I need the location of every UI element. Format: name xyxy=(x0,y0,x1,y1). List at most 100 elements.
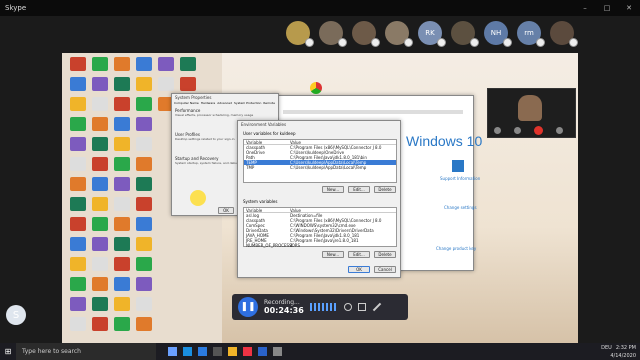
desktop-app-icon[interactable] xyxy=(92,97,108,111)
support-info-link[interactable]: Support Information xyxy=(440,176,480,181)
camera-toggle-icon[interactable] xyxy=(514,127,521,134)
minimize-button[interactable]: – xyxy=(574,0,596,16)
participant-avatar[interactable]: NH xyxy=(484,21,512,47)
task-view-icon[interactable] xyxy=(168,347,177,356)
change-key-link[interactable]: Change product key xyxy=(436,246,476,251)
desktop-app-icon[interactable] xyxy=(114,277,130,291)
participant-avatar[interactable] xyxy=(286,21,314,47)
desktop-app-icon[interactable] xyxy=(92,137,108,151)
sys-new-button[interactable]: New... xyxy=(322,251,344,258)
desktop-app-icon[interactable] xyxy=(92,237,108,251)
desktop-app-icon[interactable] xyxy=(70,317,86,331)
desktop-app-icon[interactable] xyxy=(114,197,130,211)
desktop-app-icon[interactable] xyxy=(92,77,108,91)
desktop-app-icon[interactable] xyxy=(114,137,130,151)
tab-hardware[interactable]: Hardware xyxy=(201,101,215,105)
desktop-app-icon[interactable] xyxy=(92,57,108,71)
desktop-app-icon[interactable] xyxy=(136,117,152,131)
desktop-app-icon[interactable] xyxy=(136,197,152,211)
search-box[interactable]: Type here to search xyxy=(16,343,156,360)
desktop-app-icon[interactable] xyxy=(136,317,152,331)
file-explorer-icon[interactable] xyxy=(228,347,237,356)
edge-icon[interactable] xyxy=(198,347,207,356)
desktop-app-icon[interactable] xyxy=(70,117,86,131)
end-call-icon[interactable] xyxy=(534,126,543,135)
skype-taskbar-icon[interactable] xyxy=(183,347,192,356)
desktop-app-icon[interactable] xyxy=(92,117,108,131)
desktop-app-icon[interactable] xyxy=(70,197,86,211)
desktop-app-icon[interactable] xyxy=(158,77,174,91)
desktop-app-icon[interactable] xyxy=(92,177,108,191)
store-icon[interactable] xyxy=(213,347,222,356)
desktop-app-icon[interactable] xyxy=(70,297,86,311)
desktop-app-icon[interactable] xyxy=(180,77,196,91)
user-new-button[interactable]: New... xyxy=(322,186,344,193)
user-delete-button[interactable]: Delete xyxy=(374,186,396,193)
participant-avatar[interactable]: RK xyxy=(418,21,446,47)
participant-avatar[interactable] xyxy=(352,21,380,47)
desktop-app-icon[interactable] xyxy=(136,237,152,251)
screen-icon[interactable] xyxy=(357,303,366,311)
desktop-app-icon[interactable] xyxy=(180,57,196,71)
tab-remote[interactable]: Remote xyxy=(263,101,275,105)
desktop-app-icon[interactable] xyxy=(70,217,86,231)
clock-time[interactable]: 2:32 PM xyxy=(616,344,636,352)
desktop-app-icon[interactable] xyxy=(114,177,130,191)
more-icon[interactable] xyxy=(556,127,563,134)
desktop-app-icon[interactable] xyxy=(70,77,86,91)
mic-icon[interactable] xyxy=(494,127,501,134)
desktop-app-icon[interactable] xyxy=(114,157,130,171)
maximize-button[interactable]: □ xyxy=(596,0,618,16)
desktop-app-icon[interactable] xyxy=(158,57,174,71)
desktop-app-icon[interactable] xyxy=(92,157,108,171)
webcam-icon[interactable] xyxy=(343,303,352,311)
close-button[interactable]: ✕ xyxy=(618,0,640,16)
participant-avatar[interactable] xyxy=(319,21,347,47)
chrome-icon[interactable] xyxy=(310,82,322,94)
participant-avatar[interactable] xyxy=(550,21,578,47)
desktop-app-icon[interactable] xyxy=(114,97,130,111)
desktop-app-icon[interactable] xyxy=(92,217,108,231)
table-row[interactable]: NUMBER_OF_PROCESSORS 4 xyxy=(244,243,396,248)
user-edit-button[interactable]: Edit... xyxy=(348,186,370,193)
env-ok-button[interactable]: OK xyxy=(348,266,370,273)
desktop-app-icon[interactable] xyxy=(92,297,108,311)
word-icon[interactable] xyxy=(258,347,267,356)
sys-delete-button[interactable]: Delete xyxy=(374,251,396,258)
ok-button[interactable]: OK xyxy=(218,207,234,214)
desktop-app-icon[interactable] xyxy=(70,177,86,191)
desktop-app-icon[interactable] xyxy=(92,197,108,211)
env-cancel-button[interactable]: Cancel xyxy=(374,266,396,273)
desktop-app-icon[interactable] xyxy=(136,297,152,311)
desktop-app-icon[interactable] xyxy=(114,317,130,331)
desktop-app-icon[interactable] xyxy=(114,237,130,251)
desktop-app-icon[interactable] xyxy=(136,77,152,91)
sys-edit-button[interactable]: Edit... xyxy=(348,251,370,258)
start-button[interactable]: ⊞ xyxy=(0,343,16,360)
desktop-app-icon[interactable] xyxy=(136,157,152,171)
desktop-app-icon[interactable] xyxy=(136,97,152,111)
desktop-app-icon[interactable] xyxy=(136,177,152,191)
desktop-app-icon[interactable] xyxy=(70,237,86,251)
clock-date[interactable]: 4/14/2020 xyxy=(601,352,636,360)
desktop-app-icon[interactable] xyxy=(70,277,86,291)
chrome-taskbar-icon[interactable] xyxy=(243,347,252,356)
desktop-app-icon[interactable] xyxy=(92,277,108,291)
tab-computer-name[interactable]: Computer Name xyxy=(174,101,199,105)
desktop-app-icon[interactable] xyxy=(136,277,152,291)
desktop-app-icon[interactable] xyxy=(114,77,130,91)
desktop-app-icon[interactable] xyxy=(70,157,86,171)
tab-advanced[interactable]: Advanced xyxy=(217,101,232,105)
change-settings-link[interactable]: Change settings xyxy=(444,205,477,210)
desktop-app-icon[interactable] xyxy=(70,57,86,71)
settings-icon[interactable] xyxy=(273,347,282,356)
participant-avatar[interactable] xyxy=(385,21,413,47)
desktop-app-icon[interactable] xyxy=(114,217,130,231)
participant-avatar[interactable]: rm xyxy=(517,21,545,47)
language-indicator[interactable]: DEU xyxy=(601,344,612,352)
self-video-preview[interactable] xyxy=(487,88,576,138)
desktop-app-icon[interactable] xyxy=(114,57,130,71)
desktop-app-icon[interactable] xyxy=(92,317,108,331)
pause-button[interactable]: ❚❚ xyxy=(238,297,258,317)
desktop-app-icon[interactable] xyxy=(114,297,130,311)
